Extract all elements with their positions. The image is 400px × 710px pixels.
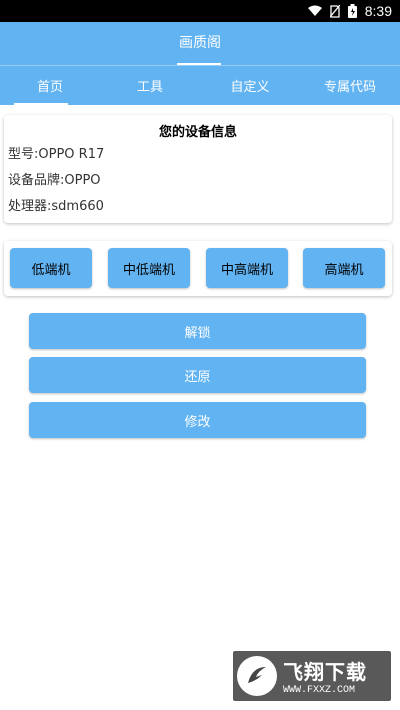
tab-label: 工具	[136, 80, 163, 95]
battery-icon	[347, 4, 357, 18]
mid-high-end-button[interactable]: 中高端机	[206, 248, 288, 288]
device-processor: 处理器:sdm660	[8, 199, 104, 214]
high-end-button[interactable]: 高端机	[303, 248, 385, 288]
status-time: 8:39	[364, 3, 392, 19]
device-info-heading: 您的设备信息	[158, 125, 237, 140]
no-sim-icon	[329, 4, 340, 18]
app-title: 画质阁	[179, 34, 221, 51]
device-model: 型号:OPPO R17	[8, 147, 105, 162]
device-brand: 设备品牌:OPPO	[8, 173, 101, 188]
mid-low-end-button[interactable]: 中低端机	[108, 248, 190, 288]
tab-label: 自定义	[230, 80, 270, 95]
tab-bar: 首页 工具 自定义 专属代码	[0, 65, 400, 105]
tab-custom[interactable]: 自定义	[200, 66, 300, 105]
active-tab-indicator	[14, 103, 68, 105]
tab-exclusive-code[interactable]: 专属代码	[300, 66, 400, 105]
tab-label: 专属代码	[323, 80, 376, 95]
tab-tools[interactable]: 工具	[100, 66, 200, 105]
tab-home[interactable]: 首页	[0, 66, 100, 105]
device-info-card: 您的设备信息 型号:OPPO R17 设备品牌:OPPO 处理器:sdm660	[4, 115, 392, 223]
app-bar: 画质阁	[0, 22, 400, 65]
watermark: 飞翔下载 WWW.FXXZ.COM	[233, 651, 391, 701]
unlock-button[interactable]: 解锁	[29, 313, 366, 349]
tab-label: 首页	[36, 80, 63, 95]
watermark-brand: 飞翔下载	[283, 660, 367, 684]
restore-button[interactable]: 还原	[29, 357, 366, 393]
watermark-url: WWW.FXXZ.COM	[283, 685, 356, 696]
status-bar: 8:39	[0, 0, 400, 22]
watermark-logo-icon	[237, 656, 277, 696]
device-tier-card: 低端机 中低端机 中高端机 高端机	[4, 241, 392, 296]
wifi-icon	[307, 5, 322, 17]
modify-button[interactable]: 修改	[29, 402, 366, 438]
low-end-button[interactable]: 低端机	[10, 248, 92, 288]
